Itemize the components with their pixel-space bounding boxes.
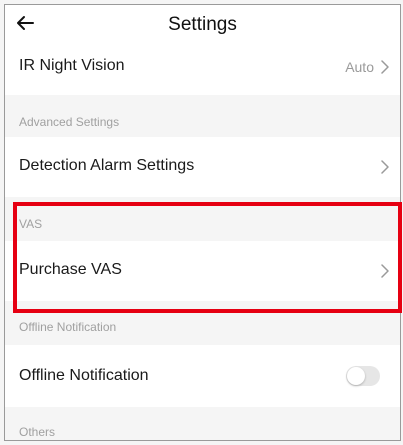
detection-alarm-settings-row[interactable]: Detection Alarm Settings [5,137,400,197]
highlight-box [13,202,402,313]
header-bar: Settings [5,5,400,45]
ir-night-vision-row[interactable]: IR Night Vision Auto [5,45,400,95]
chevron-right-icon [380,160,390,174]
ir-night-vision-value: Auto [345,59,374,75]
offline-notification-label: Offline Notification [19,367,149,384]
section-header-offline-notification: Offline Notification [19,320,117,334]
ir-night-vision-label: IR Night Vision [19,57,125,74]
detection-alarm-settings-label: Detection Alarm Settings [19,157,195,174]
offline-notification-row: Offline Notification [5,345,400,407]
chevron-right-icon [380,60,390,74]
page-title: Settings [168,14,237,35]
toggle-knob [347,367,365,385]
section-header-others: Others [19,425,56,439]
section-header-advanced-settings: Advanced Settings [19,115,120,129]
offline-notification-toggle[interactable] [346,366,380,386]
